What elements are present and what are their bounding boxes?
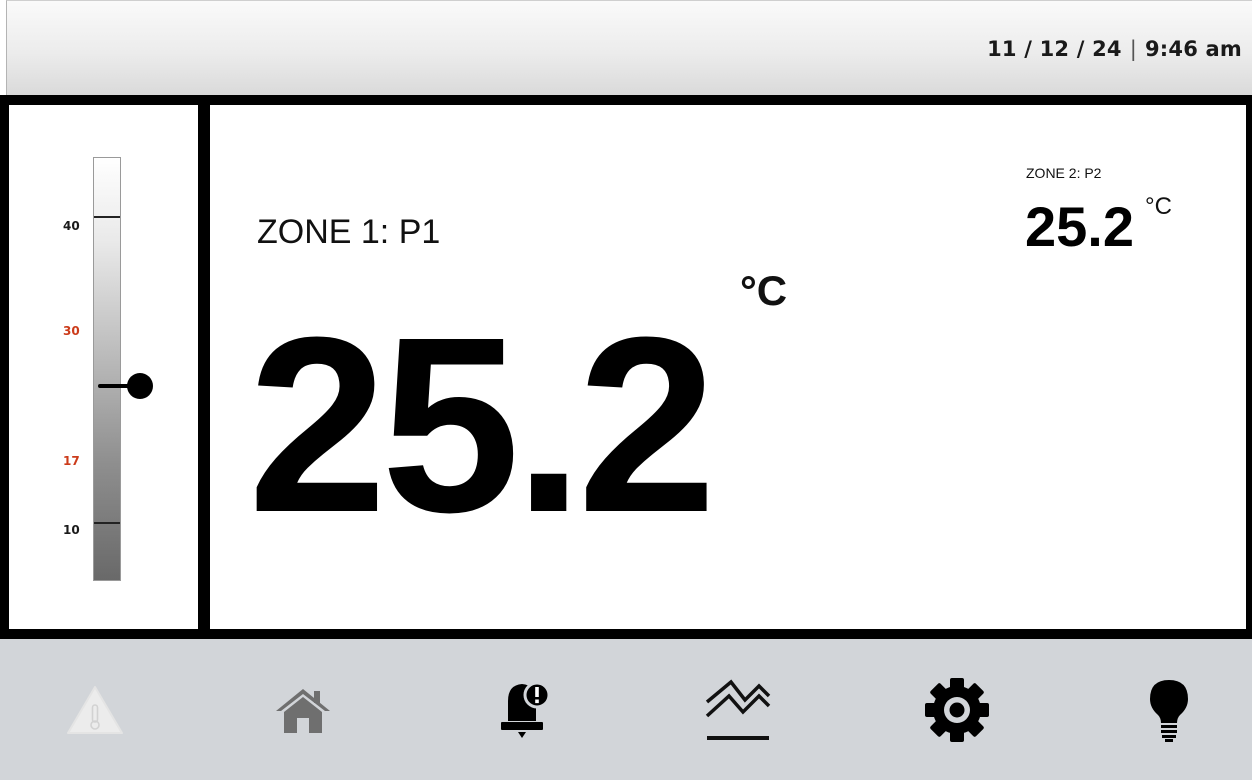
zone1-label: ZONE 1: P1 bbox=[257, 213, 441, 251]
top-header-bar: 11 / 12 / 24 | 9:46 am bbox=[6, 0, 1252, 95]
date-text: 11 / 12 / 24 bbox=[987, 37, 1122, 61]
zone2-temperature-value: 25.2 bbox=[1025, 195, 1134, 258]
gauge-indicator-knob[interactable] bbox=[127, 373, 153, 399]
home-icon bbox=[276, 688, 330, 733]
gauge-tick-10 bbox=[94, 522, 120, 524]
gauge-tick-label-30: 30 bbox=[63, 324, 80, 338]
nav-home-button[interactable] bbox=[248, 639, 358, 780]
gauge-tick-label-10: 10 bbox=[63, 523, 80, 537]
zone1-temperature-value: 25.2 bbox=[248, 285, 717, 564]
nav-trend-button[interactable] bbox=[682, 639, 792, 780]
nav-lighting-button[interactable] bbox=[1114, 639, 1224, 780]
nav-thermometer-warning-button[interactable] bbox=[40, 639, 150, 780]
temperature-gauge-bar bbox=[93, 157, 121, 581]
date-time-separator: | bbox=[1129, 37, 1137, 61]
light-bulb-icon bbox=[1150, 679, 1188, 742]
gauge-tick-label-17: 17 bbox=[63, 454, 80, 468]
nav-settings-button[interactable] bbox=[902, 639, 1012, 780]
time-text: 9:46 am bbox=[1145, 37, 1242, 61]
nav-alarm-button[interactable] bbox=[469, 639, 579, 780]
thermometer-warning-icon bbox=[67, 685, 123, 734]
gauge-tick-40 bbox=[94, 216, 120, 218]
zone1-unit: °C bbox=[740, 267, 788, 314]
gauge-tick-label-40: 40 bbox=[63, 219, 80, 233]
bottom-navigation-bar bbox=[0, 639, 1252, 780]
trend-graph-icon bbox=[705, 678, 771, 740]
gear-icon bbox=[925, 677, 989, 742]
zone2-unit: °C bbox=[1145, 193, 1172, 220]
alarm-bell-icon bbox=[501, 681, 551, 738]
temperature-gauge-panel: 40 30 17 10 bbox=[9, 105, 198, 629]
main-frame: 40 30 17 10 ZONE 1: P1 °C 25.2 ZONE 2: P… bbox=[0, 95, 1252, 639]
zone2-label: ZONE 2: P2 bbox=[1026, 165, 1102, 181]
temperature-display-panel: ZONE 1: P1 °C 25.2 ZONE 2: P2 25.2 °C bbox=[210, 105, 1246, 629]
date-time-display: 11 / 12 / 24 | 9:46 am bbox=[987, 37, 1242, 61]
